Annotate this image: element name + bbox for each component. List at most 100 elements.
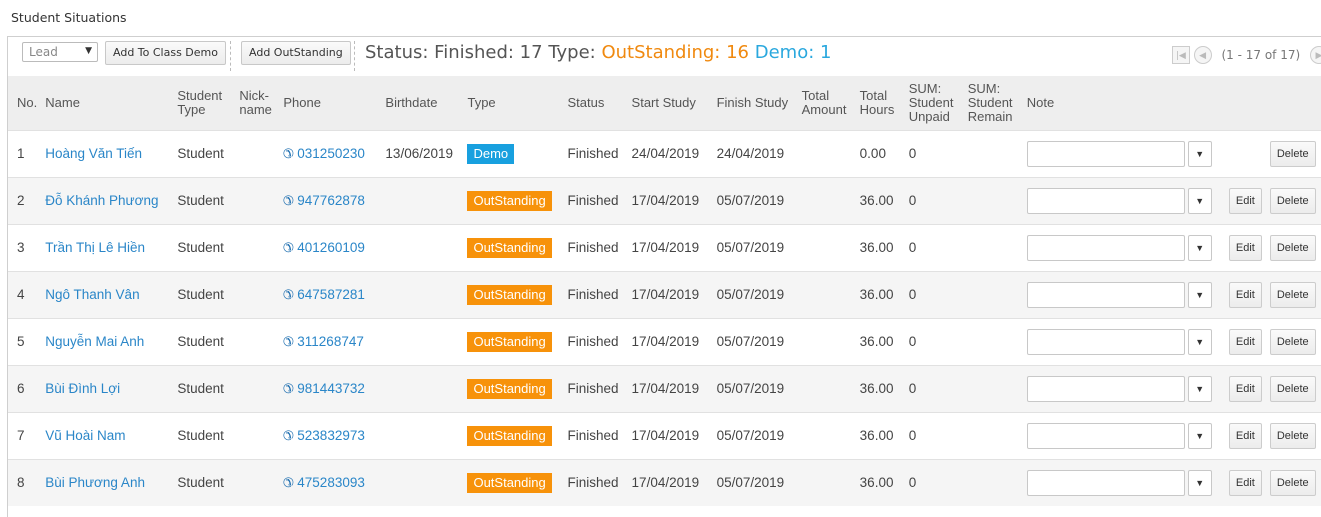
col-start-study[interactable]: Start Study (628, 76, 713, 130)
total-amount (798, 459, 856, 506)
edit-button[interactable]: Edit (1228, 234, 1262, 261)
col-sum-remain[interactable]: SUM: Student Remain (964, 76, 1023, 130)
note-dropdown[interactable]: ▼ (1187, 140, 1212, 167)
row-no: 7 (17, 428, 25, 443)
first-page-icon[interactable]: |◀ (1171, 46, 1190, 64)
note-input[interactable] (1026, 234, 1185, 261)
note-input[interactable] (1026, 281, 1185, 308)
delete-button[interactable]: Delete (1269, 469, 1316, 496)
summary-status: Status: Finished: 17 (365, 42, 543, 63)
note-dropdown[interactable]: ▼ (1187, 281, 1212, 308)
type-badge: OutStanding (467, 331, 552, 352)
sum-unpaid: 0 (908, 240, 917, 255)
delete-button[interactable]: Delete (1269, 140, 1316, 167)
note-dropdown[interactable]: ▼ (1187, 187, 1212, 214)
table-body: 1 Hoàng Văn Tiến Student ✆ 031250230 13/06/20… (8, 130, 1321, 506)
note-dropdown[interactable]: ▼ (1187, 422, 1212, 449)
finish-study: 05/07/2019 (716, 428, 785, 443)
student-name-link[interactable]: Nguyễn Mai Anh (45, 334, 144, 349)
delete-button[interactable]: Delete (1269, 187, 1316, 214)
col-total-amount[interactable]: Total Amount (798, 76, 856, 130)
col-name[interactable]: Name (41, 76, 173, 130)
pager-range: (1 - 17 of 17) (1221, 47, 1301, 62)
edit-button[interactable]: Edit (1228, 375, 1262, 402)
col-nickname[interactable]: Nick-name (235, 76, 279, 130)
lead-select[interactable]: Lead ▼ (22, 42, 98, 62)
student-name-link[interactable]: Trần Thị Lê Hiền (45, 240, 145, 255)
edit-button[interactable]: Edit (1228, 422, 1262, 449)
add-outstanding-button[interactable]: Add OutStanding (241, 41, 351, 65)
edit-button[interactable]: Edit (1228, 187, 1262, 214)
table-row: 7 Vũ Hoài Nam Student ✆ 523832973 OutStanding… (8, 412, 1321, 459)
delete-button[interactable]: Delete (1269, 234, 1316, 261)
next-page-icon[interactable]: ▶ (1310, 46, 1321, 64)
edit-button[interactable]: Edit (1228, 281, 1262, 308)
finish-study: 05/07/2019 (716, 240, 785, 255)
student-name-link[interactable]: Hoàng Văn Tiến (45, 146, 142, 161)
col-type[interactable]: Type (463, 76, 563, 130)
status-text: Finished (567, 287, 619, 302)
phone-link[interactable]: ✆ 647587281 (283, 287, 364, 302)
note-input[interactable] (1026, 140, 1185, 167)
sum-remain (964, 318, 1023, 365)
col-birthdate[interactable]: Birthdate (381, 76, 463, 130)
col-phone[interactable]: Phone (279, 76, 381, 130)
type-badge: OutStanding (467, 425, 552, 446)
note-dropdown[interactable]: ▼ (1187, 375, 1212, 402)
note-input[interactable] (1026, 187, 1185, 214)
col-no[interactable]: No. (8, 76, 41, 130)
student-name-link[interactable]: Bùi Đình Lợi (45, 381, 120, 396)
delete-button[interactable]: Delete (1269, 328, 1316, 355)
note-dropdown[interactable]: ▼ (1187, 328, 1212, 355)
phone-link[interactable]: ✆ 475283093 (283, 475, 364, 490)
student-name-link[interactable]: Vũ Hoài Nam (45, 428, 125, 443)
student-type: Student (177, 193, 224, 208)
col-student-type[interactable]: Student Type (173, 76, 235, 130)
delete-button[interactable]: Delete (1269, 422, 1316, 449)
note-input[interactable] (1026, 469, 1185, 496)
table-row: 1 Hoàng Văn Tiến Student ✆ 031250230 13/06/20… (8, 130, 1321, 177)
phone-link[interactable]: ✆ 947762878 (283, 193, 364, 208)
start-study: 17/04/2019 (631, 193, 700, 208)
note-input[interactable] (1026, 422, 1185, 449)
add-to-class-demo-button[interactable]: Add To Class Demo (105, 41, 226, 65)
row-no: 5 (17, 334, 25, 349)
delete-button[interactable]: Delete (1269, 281, 1316, 308)
edit-button[interactable]: Edit (1228, 328, 1262, 355)
phone-link[interactable]: ✆ 311268747 (283, 334, 363, 349)
col-total-hours[interactable]: Total Hours (856, 76, 905, 130)
student-name-link[interactable]: Bùi Phương Anh (45, 475, 145, 490)
note-input[interactable] (1026, 375, 1185, 402)
delete-button[interactable]: Delete (1269, 375, 1316, 402)
sum-unpaid: 0 (908, 381, 917, 396)
col-student-type-l1: Student (177, 87, 223, 103)
table-row: 3 Trần Thị Lê Hiền Student ✆ 401260109 OutSta… (8, 224, 1321, 271)
total-amount (798, 130, 856, 177)
phone-link[interactable]: ✆ 031250230 (283, 146, 364, 161)
toolbar-separator (354, 41, 355, 71)
edit-button[interactable]: Edit (1228, 469, 1262, 496)
student-name-link[interactable]: Ngô Thanh Vân (45, 287, 139, 302)
note-dropdown[interactable]: ▼ (1187, 234, 1212, 261)
note-input[interactable] (1026, 328, 1185, 355)
status-text: Finished (567, 381, 619, 396)
note-dropdown[interactable]: ▼ (1187, 469, 1212, 496)
student-name-link[interactable]: Đỗ Khánh Phương (45, 193, 158, 208)
col-sum-unpaid[interactable]: SUM: Student Unpaid (905, 76, 964, 130)
total-hours: 0.00 (859, 146, 886, 161)
chevron-down-icon: ▼ (1195, 383, 1205, 394)
phone-link[interactable]: ✆ 981443732 (283, 381, 364, 396)
col-finish-study[interactable]: Finish Study (713, 76, 798, 130)
total-amount (798, 412, 856, 459)
student-situations-panel: Lead ▼ Add To Class Demo Add OutStanding… (7, 36, 1321, 517)
phone-link[interactable]: ✆ 401260109 (283, 240, 364, 255)
col-status[interactable]: Status (564, 76, 628, 130)
type-badge: OutStanding (467, 190, 552, 211)
phone-number: 647587281 (297, 286, 365, 302)
prev-page-icon[interactable]: ◀ (1193, 46, 1212, 64)
col-note[interactable]: Note (1023, 76, 1225, 130)
birthdate (381, 459, 463, 506)
chevron-down-icon: ▼ (85, 46, 92, 56)
phone-number: 523832973 (297, 427, 365, 443)
phone-link[interactable]: ✆ 523832973 (283, 428, 364, 443)
